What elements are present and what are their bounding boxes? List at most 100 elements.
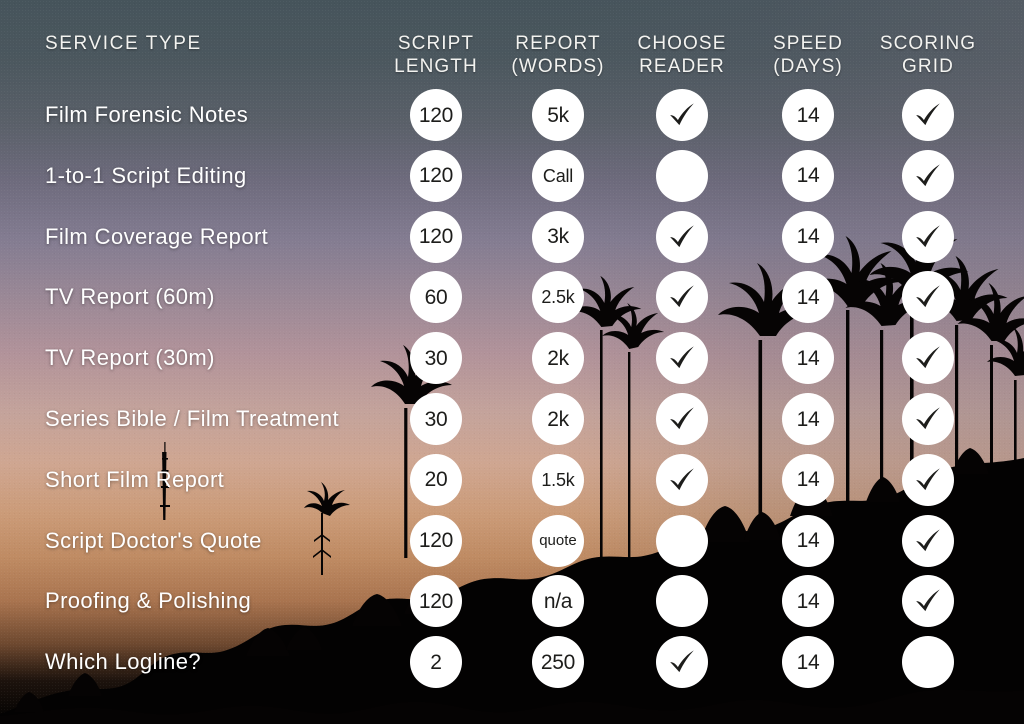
header-report-words-line2: (WORDS) bbox=[511, 56, 605, 77]
service-type-label: TV Report (30m) bbox=[45, 345, 215, 371]
cell-choose-reader bbox=[656, 210, 708, 263]
check-icon bbox=[916, 224, 940, 247]
check-icon bbox=[916, 407, 940, 430]
cell-speed-days: 14 bbox=[782, 149, 834, 202]
cell-value: n/a bbox=[543, 589, 573, 613]
cell-scoring-grid bbox=[902, 149, 954, 202]
cell-value: 120 bbox=[418, 529, 454, 553]
cell-report-words: 3k bbox=[532, 210, 584, 263]
check-icon bbox=[670, 285, 694, 308]
cell-script-length: 60 bbox=[410, 271, 462, 324]
service-type-label: Proofing & Polishing bbox=[45, 588, 252, 614]
cell-value: 14 bbox=[796, 225, 820, 249]
cell-script-length: 30 bbox=[410, 393, 462, 445]
cell-report-words: 5k bbox=[532, 89, 584, 141]
header-report-words-line1: REPORT bbox=[515, 33, 601, 54]
cell-script-length: 20 bbox=[410, 453, 462, 506]
cell-scoring-grid bbox=[902, 636, 954, 689]
header-speed-days-line1: SPEED bbox=[773, 33, 843, 54]
cell-speed-days: 14 bbox=[782, 575, 834, 628]
cell-value: 20 bbox=[424, 468, 448, 492]
check-icon bbox=[916, 164, 940, 186]
service-type-label: 1-to-1 Script Editing bbox=[45, 162, 247, 188]
cell-value: 14 bbox=[796, 468, 820, 492]
header-choose-reader-line1: CHOOSE bbox=[637, 33, 727, 54]
header-scoring-grid-line2: GRID bbox=[902, 56, 954, 77]
cell-speed-days: 14 bbox=[782, 393, 834, 445]
cell-value: quote bbox=[539, 532, 577, 550]
header-scoring-grid-line1: SCORING bbox=[879, 33, 977, 54]
check-icon bbox=[916, 468, 940, 490]
cell-report-words: 1.5k bbox=[532, 453, 584, 506]
cell-value: 30 bbox=[424, 407, 448, 431]
cell-value: 2 bbox=[430, 650, 442, 674]
cell-speed-days: 14 bbox=[782, 514, 834, 567]
cell-value: 14 bbox=[796, 650, 820, 674]
service-type-label: Short Film Report bbox=[45, 466, 225, 492]
cell-value: 5k bbox=[547, 103, 569, 127]
check-icon bbox=[670, 103, 694, 126]
cell-value: 14 bbox=[796, 346, 820, 370]
cell-value: 14 bbox=[796, 103, 820, 127]
cell-scoring-grid bbox=[902, 453, 954, 506]
header-speed-days: SPEED (DAYS) bbox=[750, 32, 866, 78]
cell-value: 1.5k bbox=[541, 469, 575, 490]
cell-value: 2k bbox=[547, 346, 569, 370]
header-speed-days-line2: (DAYS) bbox=[773, 56, 843, 77]
cell-value: 250 bbox=[540, 650, 576, 674]
comparison-table-graphic: SERVICE TYPE SCRIPT LENGTH REPORT (WORDS… bbox=[0, 0, 1024, 724]
check-icon bbox=[916, 589, 940, 612]
header-script-length-line1: SCRIPT bbox=[397, 33, 475, 54]
cell-script-length: 30 bbox=[410, 332, 462, 385]
cell-scoring-grid bbox=[902, 89, 954, 141]
cell-choose-reader bbox=[656, 453, 708, 506]
cell-script-length: 120 bbox=[410, 210, 462, 263]
check-icon bbox=[670, 650, 694, 673]
cell-value: 14 bbox=[796, 589, 820, 613]
cell-value: 14 bbox=[796, 164, 820, 188]
cell-choose-reader bbox=[656, 149, 708, 202]
cell-report-words: 2k bbox=[532, 393, 584, 445]
check-icon bbox=[670, 224, 694, 247]
check-icon bbox=[916, 346, 940, 369]
cell-script-length: 120 bbox=[410, 514, 462, 567]
header-service-type: SERVICE TYPE bbox=[45, 32, 375, 55]
cell-value: 3k bbox=[547, 225, 569, 249]
cell-choose-reader bbox=[656, 332, 708, 385]
header-scoring-grid: SCORING GRID bbox=[866, 32, 990, 78]
cell-report-words: quote bbox=[532, 514, 584, 567]
cell-scoring-grid bbox=[902, 575, 954, 628]
cell-value: Call bbox=[542, 165, 574, 186]
cell-report-words: Call bbox=[532, 149, 584, 202]
service-type-label: Film Coverage Report bbox=[45, 223, 269, 249]
cell-value: 120 bbox=[418, 225, 454, 249]
cell-script-length: 120 bbox=[410, 89, 462, 141]
cell-report-words: 2k bbox=[532, 332, 584, 385]
cell-speed-days: 14 bbox=[782, 332, 834, 385]
header-choose-reader: CHOOSE READER bbox=[620, 32, 744, 78]
cell-scoring-grid bbox=[902, 332, 954, 385]
cell-value: 14 bbox=[796, 285, 820, 309]
cell-script-length: 120 bbox=[410, 575, 462, 628]
cell-scoring-grid bbox=[902, 514, 954, 567]
header-script-length-line2: LENGTH bbox=[394, 56, 478, 77]
service-type-label: Script Doctor's Quote bbox=[45, 527, 262, 553]
cell-choose-reader bbox=[656, 514, 708, 567]
cell-choose-reader bbox=[656, 393, 708, 445]
cell-choose-reader bbox=[656, 575, 708, 628]
services-comparison-table: SERVICE TYPE SCRIPT LENGTH REPORT (WORDS… bbox=[0, 0, 1024, 724]
cell-value: 2k bbox=[547, 407, 569, 431]
cell-choose-reader bbox=[656, 89, 708, 141]
check-icon bbox=[916, 103, 940, 126]
cell-value: 2.5k bbox=[541, 287, 575, 308]
cell-speed-days: 14 bbox=[782, 636, 834, 689]
service-type-label: Which Logline? bbox=[45, 649, 202, 675]
cell-value: 60 bbox=[424, 285, 448, 309]
cell-scoring-grid bbox=[902, 210, 954, 263]
cell-value: 120 bbox=[418, 589, 454, 613]
service-type-label: TV Report (60m) bbox=[45, 284, 215, 310]
cell-value: 120 bbox=[418, 103, 454, 127]
check-icon bbox=[670, 468, 694, 490]
cell-value: 30 bbox=[424, 346, 448, 370]
header-report-words: REPORT (WORDS) bbox=[496, 32, 620, 78]
